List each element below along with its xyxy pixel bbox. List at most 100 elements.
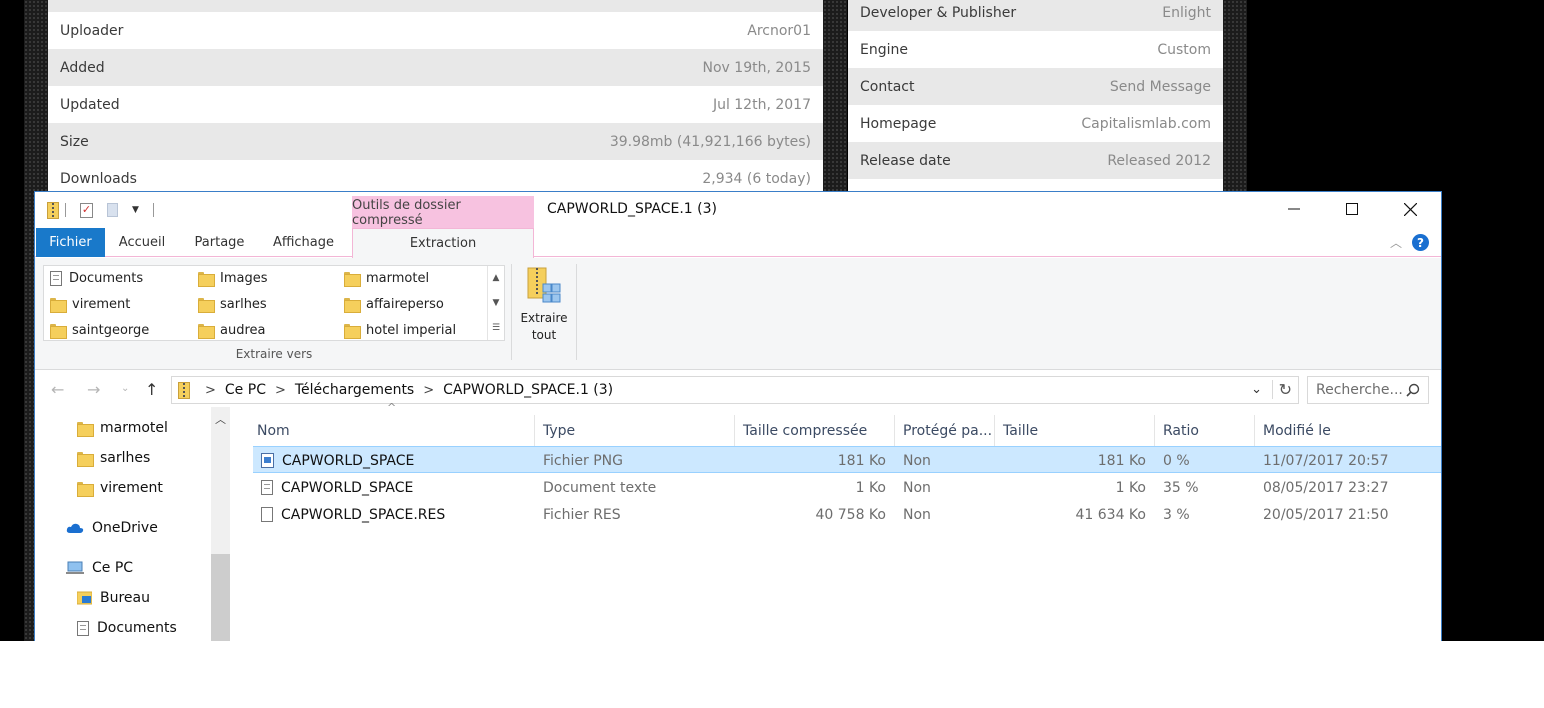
chevron-right-icon[interactable]: > <box>423 383 434 398</box>
up-button[interactable]: ↑ <box>145 380 158 399</box>
nav-item-ce-pc[interactable]: Ce PC <box>66 560 133 576</box>
file-name: CAPWORLD_SPACE.RES <box>281 506 446 523</box>
folder-icon <box>198 297 215 313</box>
file-protected: Non <box>903 506 931 523</box>
chevron-right-icon[interactable]: > <box>275 383 286 398</box>
breadcrumb-telechargements[interactable]: Téléchargements <box>295 382 414 398</box>
info-row-size: Size 39.98mb (41,921,166 bytes) <box>48 123 823 160</box>
destination-affaireperso[interactable]: affaireperso <box>344 293 444 315</box>
destination-virement[interactable]: virement <box>50 293 130 315</box>
destination-audrea[interactable]: audrea <box>198 319 265 341</box>
info-value: Nov 19th, 2015 <box>702 59 811 76</box>
info-row-uploader: Uploader Arcnor01 <box>48 12 823 49</box>
send-message-link[interactable]: Send Message <box>1110 79 1211 95</box>
file-name: CAPWORLD_SPACE <box>281 479 414 496</box>
file-compressed-size: 181 Ko <box>837 452 886 469</box>
file-protected: Non <box>903 452 931 469</box>
minimize-icon <box>1288 208 1300 210</box>
address-bar[interactable]: > Ce PC > Téléchargements > CAPWORLD_SPA… <box>171 376 1299 404</box>
customize-toolbar-icon[interactable]: ▼ <box>132 205 139 215</box>
folder-icon <box>77 421 94 437</box>
nav-item-label: Bureau <box>100 590 150 606</box>
more-options-icon[interactable]: ☰ <box>492 323 500 333</box>
file-row[interactable]: CAPWORLD_SPACE Document texte 1 Ko Non 1… <box>253 474 1441 501</box>
folder-icon <box>344 271 361 287</box>
tab-accueil[interactable]: Accueil <box>111 228 173 257</box>
breadcrumb-current-folder[interactable]: CAPWORLD_SPACE.1 (3) <box>443 382 613 398</box>
zip-folder-icon <box>47 201 59 219</box>
collapse-ribbon-icon[interactable]: ︿ <box>1390 234 1402 251</box>
help-icon[interactable]: ? <box>1412 234 1429 251</box>
column-header-type[interactable]: Type <box>539 415 735 447</box>
close-button[interactable] <box>1381 192 1439 226</box>
new-folder-icon[interactable] <box>107 203 118 217</box>
destination-images[interactable]: Images <box>198 267 268 289</box>
folder-icon <box>344 297 361 313</box>
destination-sarlhes[interactable]: sarlhes <box>198 293 267 315</box>
column-header-size[interactable]: Taille <box>999 415 1155 447</box>
column-header-compressed-size[interactable]: Taille compressée <box>739 415 895 447</box>
tab-partage[interactable]: Partage <box>187 228 252 257</box>
homepage-link[interactable]: Capitalismlab.com <box>1081 116 1211 132</box>
nav-item-sarlhes[interactable]: sarlhes <box>77 450 150 467</box>
documents-icon <box>50 270 62 286</box>
column-header-protected[interactable]: Protégé pa... <box>899 415 995 447</box>
search-box[interactable]: Recherche... <box>1307 376 1429 404</box>
file-explorer-window: ✓ ▼ Outils de dossier compressé CAPWORLD… <box>34 191 1442 641</box>
info-key: Size <box>60 133 89 150</box>
tab-fichier[interactable]: Fichier <box>36 228 105 257</box>
scroll-down-icon[interactable]: ▼ <box>493 298 500 308</box>
ribbon-extraction: Documents Images marmotel virement sarlh… <box>35 258 1441 370</box>
properties-icon[interactable]: ✓ <box>80 202 93 218</box>
destination-label: affaireperso <box>366 296 444 312</box>
nav-item-virement[interactable]: virement <box>77 480 163 497</box>
back-button[interactable]: ← <box>51 380 64 399</box>
scroll-up-icon[interactable]: ︿ <box>215 411 226 427</box>
group-label-extract-to: Extraire vers <box>235 347 313 361</box>
nav-item-onedrive[interactable]: OneDrive <box>66 520 158 536</box>
refresh-icon[interactable]: ↻ <box>1271 380 1292 399</box>
file-row[interactable]: CAPWORLD_SPACE.RES Fichier RES 40 758 Ko… <box>253 501 1441 528</box>
info-value: Jul 12th, 2017 <box>712 96 811 113</box>
nav-item-documents[interactable]: Documents <box>77 620 177 636</box>
destination-documents[interactable]: Documents <box>50 267 143 289</box>
forward-button[interactable]: → <box>87 380 100 399</box>
info-value: 2,934 (6 today) <box>702 170 811 187</box>
text-file-icon <box>261 480 273 495</box>
scrollbar-thumb[interactable] <box>211 554 230 641</box>
tab-affichage[interactable]: Affichage <box>267 228 340 257</box>
maximize-button[interactable] <box>1323 192 1381 226</box>
info-row-developer: Developer & Publisher Enlight <box>848 0 1223 31</box>
info-value: Released 2012 <box>1107 152 1211 169</box>
extract-all-button[interactable]: Extraire tout <box>517 264 571 346</box>
nav-item-label: marmotel <box>100 420 168 436</box>
destination-marmotel[interactable]: marmotel <box>344 267 429 289</box>
chevron-right-icon[interactable]: > <box>205 383 216 398</box>
navigation-pane-scrollbar[interactable]: ︿ <box>211 407 230 641</box>
info-value[interactable]: Arcnor01 <box>747 23 811 39</box>
column-header-ratio[interactable]: Ratio <box>1159 415 1255 447</box>
folder-icon <box>50 323 67 339</box>
destination-saintgeorge[interactable]: saintgeorge <box>50 319 149 341</box>
group-divider <box>576 264 577 360</box>
file-row[interactable]: CAPWORLD_SPACE Fichier PNG 181 Ko Non 18… <box>253 446 1441 473</box>
breadcrumb-ce-pc[interactable]: Ce PC <box>225 382 266 398</box>
minimize-button[interactable] <box>1265 192 1323 226</box>
info-value[interactable]: Enlight <box>1162 5 1211 21</box>
info-value[interactable]: Custom <box>1157 42 1211 58</box>
recent-locations-button[interactable]: ⌄ <box>121 383 129 394</box>
tab-extraction[interactable]: Extraction <box>352 228 534 258</box>
destination-hotel-imperial[interactable]: hotel imperial <box>344 319 456 341</box>
scroll-up-icon[interactable]: ▲ <box>493 273 500 283</box>
destinations-scroller[interactable]: ▲ ▼ ☰ <box>487 266 504 340</box>
folder-icon <box>344 323 361 339</box>
column-header-modified[interactable]: Modifié le <box>1259 415 1441 447</box>
file-modified: 11/07/2017 20:57 <box>1263 452 1389 469</box>
quick-access-toolbar: ✓ ▼ <box>47 200 154 220</box>
extract-destinations: Documents Images marmotel virement sarlh… <box>43 265 505 341</box>
chevron-down-icon[interactable]: ⌄ <box>1251 382 1262 397</box>
column-header-name[interactable]: Nom <box>253 415 535 447</box>
file-size: 181 Ko <box>1097 452 1146 469</box>
nav-item-bureau[interactable]: Bureau <box>77 590 150 606</box>
nav-item-marmotel[interactable]: marmotel <box>77 420 168 437</box>
